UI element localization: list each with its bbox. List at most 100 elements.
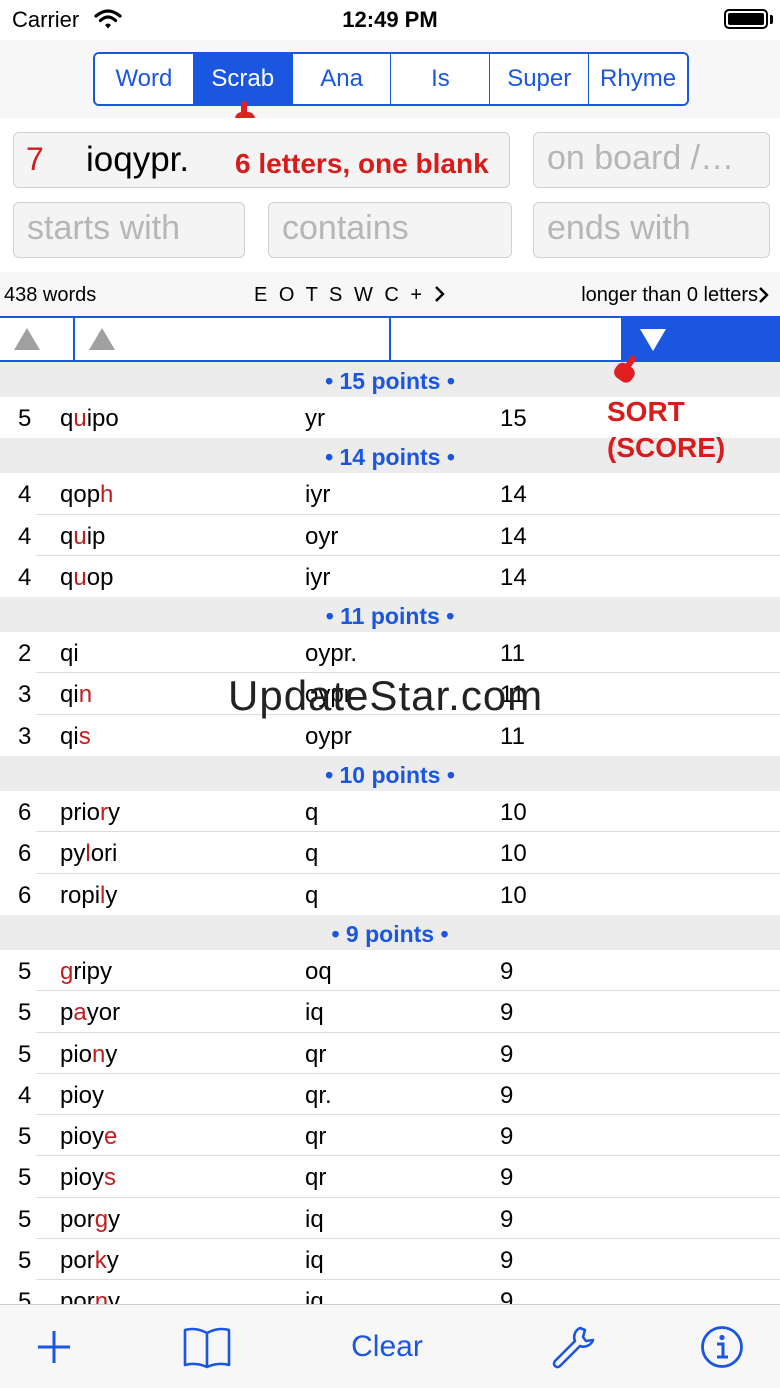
leftover-letters: qr [305, 1040, 327, 1068]
rack-annotation: 6 letters, one blank [235, 148, 489, 179]
word-length: 5 [18, 1164, 32, 1192]
sort-annotation-line2: (SCORE) [607, 432, 726, 463]
word-score: 10 [500, 799, 527, 827]
length-filter-button[interactable]: longer than 0 letters [581, 284, 758, 307]
word-text: pylori [60, 840, 118, 868]
sort-ascending-icon [14, 328, 40, 350]
dictionary-button[interactable] [172, 1305, 242, 1388]
table-row[interactable]: 6 priory q 10 [0, 791, 780, 833]
word-text: porky [60, 1247, 119, 1275]
table-row[interactable]: 4 qoph iyr 14 [0, 473, 780, 515]
leftover-letters: qr. [305, 1081, 332, 1109]
word-text: priory [60, 799, 121, 827]
word-score: 9 [500, 957, 514, 985]
word-length: 5 [18, 957, 32, 985]
leftover-letters: oq [305, 957, 332, 985]
letter-filter-label: E O T S W C + [254, 284, 434, 306]
sort-descending-icon [640, 329, 666, 351]
sort-length-button[interactable] [0, 318, 75, 360]
on-board-placeholder: on board /… [547, 139, 735, 177]
leftover-letters: oyr [305, 522, 339, 550]
leftover-letters: yr [305, 405, 325, 432]
segment-word[interactable]: Word [95, 54, 194, 104]
word-count: 438 words [4, 284, 97, 306]
leftover-letters: iq [305, 1247, 324, 1275]
starts-with-input[interactable]: starts with [13, 202, 245, 258]
segment-is[interactable]: Is [391, 54, 491, 104]
segment-super[interactable]: Super [490, 54, 590, 104]
word-length: 4 [18, 1081, 32, 1109]
word-score: 10 [500, 840, 527, 868]
clear-button[interactable]: Clear [330, 1305, 444, 1388]
table-row[interactable]: 5 pioye qr 9 [0, 1115, 780, 1157]
word-text: qoph [60, 481, 114, 509]
word-length: 6 [18, 881, 32, 909]
word-score: 9 [500, 1247, 514, 1275]
word-score: 10 [500, 881, 527, 909]
word-text: payor [60, 999, 121, 1027]
word-length: 5 [18, 1123, 32, 1151]
rack-letter-count: 7 [26, 141, 44, 177]
word-score: 9 [500, 1081, 514, 1109]
table-row[interactable]: 6 ropily q 10 [0, 873, 780, 915]
word-length: 5 [18, 999, 32, 1027]
wrench-icon [552, 1326, 595, 1368]
table-row[interactable]: 3 qis oypr 11 [0, 714, 780, 757]
segment-rhyme[interactable]: Rhyme [589, 54, 687, 104]
word-length: 3 [18, 681, 32, 709]
table-row[interactable]: 5 gripy oq 9 [0, 949, 780, 992]
word-length: 5 [18, 1040, 32, 1068]
word-text: ropily [60, 881, 118, 909]
leftover-letters: iyr [305, 481, 331, 509]
word-score: 9 [500, 1040, 514, 1068]
on-board-input[interactable]: on board /… [533, 132, 770, 188]
info-button[interactable] [690, 1305, 754, 1388]
watermark: UpdateStar.com [228, 672, 544, 719]
sort-word-button[interactable] [75, 318, 391, 360]
table-row[interactable]: 5 pioys qr 9 [0, 1156, 780, 1199]
word-score: 9 [500, 999, 514, 1027]
word-length: 4 [18, 522, 32, 550]
word-list[interactable]: • 15 points • 5 quipo yr 15 • 14 points • 4 qop… [0, 362, 780, 1304]
starts-with-placeholder: starts with [27, 209, 181, 247]
sort-score-button[interactable] [623, 318, 780, 360]
table-row[interactable]: 5 porky iq 9 [0, 1239, 780, 1281]
leftover-letters: iq [305, 1205, 324, 1233]
table-row[interactable]: 4 quop iyr 14 [0, 555, 780, 598]
battery-icon [724, 9, 768, 29]
word-score: 9 [500, 1123, 514, 1151]
table-row[interactable]: 5 payor iq 9 [0, 991, 780, 1033]
word-text: porny [60, 1288, 121, 1304]
word-text: gripy [60, 957, 113, 985]
settings-button[interactable] [540, 1305, 606, 1388]
word-text: piony [60, 1040, 118, 1068]
table-row[interactable]: 5 porgy iq 9 [0, 1197, 780, 1240]
word-text: qis [60, 722, 91, 750]
letter-filter-button[interactable]: E O T S W C + [254, 284, 446, 307]
table-row[interactable]: 5 piony qr 9 [0, 1032, 780, 1075]
table-row[interactable]: 6 pylori q 10 [0, 832, 780, 874]
sort-left-letters-button[interactable] [391, 318, 623, 360]
table-row[interactable]: 2 qi oypr. 11 [0, 632, 780, 674]
word-length: 2 [18, 640, 32, 668]
table-row[interactable]: 4 quip oyr 14 [0, 514, 780, 557]
add-button[interactable] [20, 1305, 88, 1388]
mode-segmented-control: Word Scrab Ana Is Super Rhyme [93, 52, 689, 106]
word-text: pioye [60, 1123, 118, 1151]
table-row[interactable]: 5 porny iq 9 [0, 1280, 780, 1304]
segment-scrab[interactable]: Scrab [193, 54, 293, 104]
leftover-letters: q [305, 840, 319, 868]
word-text: qi [60, 640, 79, 668]
bottom-toolbar: Clear [0, 1304, 780, 1388]
word-score: 14 [500, 481, 527, 509]
mode-header: Word Scrab Ana Is Super Rhyme [0, 40, 780, 119]
word-text: quipo [60, 405, 119, 432]
word-score: 9 [500, 1288, 514, 1304]
leftover-letters: oypr [305, 722, 352, 750]
segment-ana[interactable]: Ana [292, 54, 392, 104]
table-row[interactable]: 4 pioy qr. 9 [0, 1073, 780, 1116]
contains-input[interactable]: contains [268, 202, 512, 258]
ends-with-input[interactable]: ends with [533, 202, 770, 258]
results-info-bar: 438 words E O T S W C + longer than 0 le… [0, 272, 780, 316]
length-filter-label: longer than 0 letters [581, 284, 758, 306]
